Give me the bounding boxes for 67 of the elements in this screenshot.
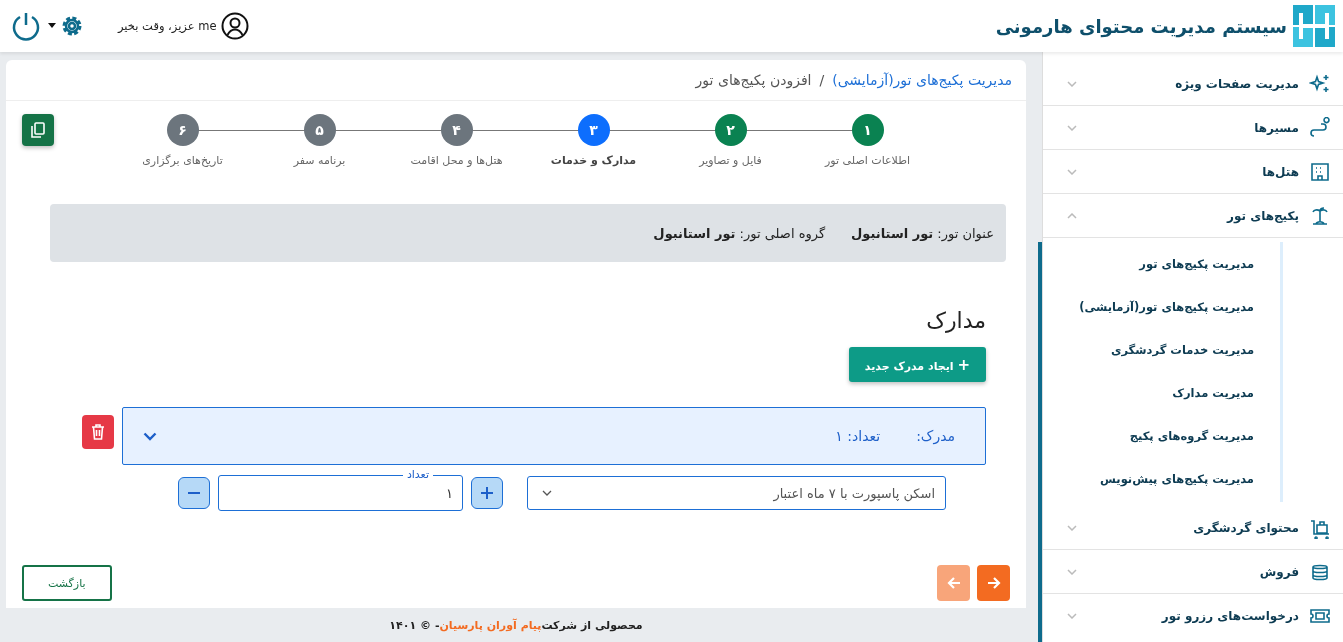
user-avatar-icon[interactable] [220,12,249,40]
document-count: تعداد: ۱ [835,428,881,444]
document-accordion[interactable]: مدرک: تعداد: ۱ [122,407,986,465]
section-title: مدارک [925,308,986,333]
step-label: تاریخ‌های برگزاری [142,154,223,167]
breadcrumb-current: افزودن پکیج‌های تور [695,72,812,88]
submenu-item[interactable]: مدیریت خدمات گردشگری [1043,328,1254,371]
menu-item-icon [1309,204,1331,227]
arrow-right-icon [986,577,1001,589]
sidebar-item[interactable]: هتل‌ها [1043,150,1343,194]
step-label: فایل و تصاویر [699,154,762,167]
step-label: مدارک و خدمات [550,154,637,167]
plus-icon [481,487,493,499]
copy-icon [31,122,45,138]
decrement-button[interactable] [178,477,210,509]
document-select[interactable]: اسکن پاسپورت با ۷ ماه اعتبار [527,476,946,510]
next-button[interactable] [977,565,1010,601]
logo-icon [1293,5,1335,47]
info-field: عنوان تور: تور استانبول [851,225,994,241]
document-heading: مدرک: [916,428,955,444]
trash-icon [91,424,105,440]
breadcrumb-link[interactable]: مدیریت پکیج‌های تور(آزمایشی) [832,72,1012,88]
copy-button[interactable] [22,114,54,146]
app-title: سیستم مدیریت محتوای هارمونی [995,15,1287,37]
menu-item-icon [1309,72,1331,95]
sidebar-item[interactable]: مدیریت صفحات ویژه [1043,62,1343,106]
step-number[interactable]: ۴ [440,114,473,146]
submenu-item[interactable]: مدیریت پکیج‌های تور [1043,242,1254,285]
submenu-item[interactable]: مدیریت گروه‌های پکیج [1043,414,1254,457]
sidebar-item-label: پکیج‌های تور [1227,208,1299,223]
sidebar-item-label: درخواست‌های رزرو تور [1161,608,1299,623]
step-label: هتل‌ها و محل اقامت [410,154,503,167]
submenu-item[interactable]: مدیریت پکیج‌های پیش‌نویس [1043,457,1254,500]
step-number[interactable]: ۳ [577,114,610,146]
step-number[interactable]: ۶ [166,114,199,146]
caret-icon [542,490,552,496]
delete-button[interactable] [82,415,114,449]
step-label: اطلاعات اصلی تور [825,154,910,167]
sidebar-item-label: مدیریت صفحات ویژه [1175,76,1299,91]
scroll-bar[interactable] [1038,242,1042,642]
sidebar-item-label: مسیرها [1254,120,1299,135]
footer-text: محصولی از شرکتپیام آوران پارسیان- © ۱۴۰۱ [388,617,644,634]
power-icon[interactable] [10,10,42,42]
step-label: برنامه سفر [293,154,346,167]
step-number[interactable]: ۵ [303,114,336,146]
menu-item-icon [1309,116,1331,139]
sidebar-item-label: هتل‌ها [1262,164,1299,179]
greeting-text: me عزیز، وقت بخیر [118,19,217,33]
step-number[interactable]: ۲ [714,114,747,146]
increment-button[interactable] [471,477,503,509]
menu-item-icon [1309,160,1331,183]
submenu-item[interactable]: مدیریت پکیج‌های تور(آزمایشی) [1043,285,1254,328]
sidebar-item[interactable]: پکیج‌های تور [1043,194,1343,238]
sidebar-item-label: فروش [1259,564,1299,579]
sidebar-item[interactable]: فروش [1043,550,1343,594]
minus-icon [188,492,200,494]
breadcrumb-separator: / [819,72,825,88]
sidebar-item[interactable]: محتوای گردشگری [1043,506,1343,550]
submenu-item[interactable]: مدیریت مدارک [1043,371,1254,414]
info-field: گروه اصلی تور: تور استانبول [653,225,826,241]
sidebar-item-label: محتوای گردشگری [1193,520,1299,535]
step-number[interactable]: ۱ [851,114,884,146]
sidebar-item[interactable]: درخواست‌های رزرو تور [1043,594,1343,637]
quantity-field[interactable]: تعداد ۱ [218,467,463,511]
arrow-left-icon [946,577,961,589]
sidebar-item[interactable]: مسیرها [1043,106,1343,150]
back-button[interactable]: بازگشت [22,565,112,601]
